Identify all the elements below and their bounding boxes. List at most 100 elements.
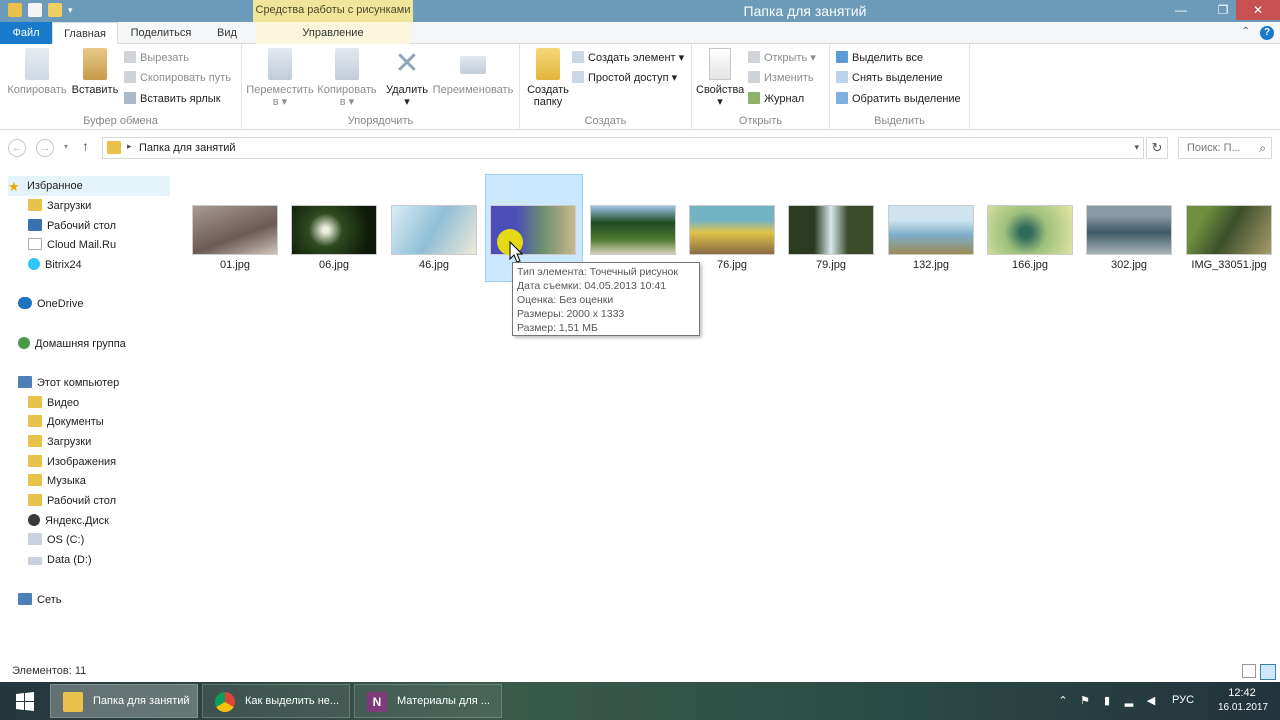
up-arrow-icon[interactable]: ↑ xyxy=(82,138,89,154)
forward-button[interactable]: → xyxy=(36,139,54,157)
nav-pc-downloads[interactable]: Загрузки xyxy=(28,432,91,452)
nav-network[interactable]: Сеть xyxy=(18,590,61,610)
chrome-icon xyxy=(215,692,235,712)
nav-pc-desktop[interactable]: Рабочий стол xyxy=(28,491,116,511)
file-item[interactable]: 46.jpg xyxy=(386,205,482,271)
nav-fav-cloud-mail[interactable]: Cloud Mail.Ru xyxy=(28,235,116,255)
nav-fav-bitrix24[interactable]: Bitrix24 xyxy=(28,255,82,275)
clock-date[interactable]: 16.01.2017 xyxy=(1216,702,1270,713)
flag-icon[interactable]: ⚑ xyxy=(1078,694,1092,708)
thumbnail-132 xyxy=(888,205,974,255)
move-to-button[interactable]: Переместить в ▾ xyxy=(244,48,316,108)
create-group-label: Создать xyxy=(584,115,627,127)
language-indicator[interactable]: РУС xyxy=(1172,694,1194,706)
customize-qat-icon[interactable]: ▾ xyxy=(68,5,73,16)
network-signal-icon[interactable]: ▂ xyxy=(1122,694,1136,708)
breadcrumb[interactable]: Папка для занятий xyxy=(139,142,236,154)
nav-favorites[interactable]: ★ Избранное xyxy=(8,176,170,196)
details-view-icon[interactable] xyxy=(1242,664,1256,678)
rename-icon xyxy=(460,56,486,74)
tab-home[interactable]: Главная xyxy=(52,22,118,45)
file-item[interactable]: 132.jpg xyxy=(883,205,979,271)
file-item[interactable]: 01.jpg xyxy=(187,205,283,271)
windows-start-icon[interactable] xyxy=(6,688,44,716)
large-icons-view-icon[interactable] xyxy=(1260,664,1276,680)
tab-share[interactable]: Поделиться xyxy=(120,22,202,44)
rename-button[interactable]: Переименовать xyxy=(430,48,516,96)
tab-view[interactable]: Вид xyxy=(204,22,250,44)
history-button[interactable]: Журнал xyxy=(748,90,804,108)
copy-path-button[interactable]: Скопировать путь xyxy=(124,69,231,87)
taskbar-explorer[interactable]: Папка для занятий xyxy=(50,684,198,718)
select-all-button[interactable]: Выделить все xyxy=(836,49,923,67)
tab-manage[interactable]: Управление xyxy=(256,22,410,44)
file-item[interactable]: 06.jpg xyxy=(286,205,382,271)
nav-onedrive[interactable]: OneDrive xyxy=(18,294,83,314)
properties-button[interactable]: Свойства ▾ xyxy=(696,48,744,108)
restore-button[interactable]: ❐ xyxy=(1208,0,1238,20)
breadcrumb-chevron-icon[interactable]: ▸ xyxy=(127,141,132,152)
close-button[interactable]: ✕ xyxy=(1236,0,1280,20)
file-item[interactable]: 79.jpg xyxy=(783,205,879,271)
paste-button[interactable]: Вставить xyxy=(70,48,120,96)
nav-this-pc[interactable]: Этот компьютер xyxy=(18,373,119,393)
cut-button[interactable]: Вырезать xyxy=(124,49,189,67)
nav-homegroup[interactable]: Домашняя группа xyxy=(18,334,126,354)
minimize-button[interactable]: — xyxy=(1166,0,1196,20)
new-folder-icon[interactable] xyxy=(48,3,62,17)
back-button[interactable]: ← xyxy=(8,139,26,157)
nav-fav-desktop[interactable]: Рабочий стол xyxy=(28,216,116,236)
edit-button[interactable]: Изменить xyxy=(748,69,814,87)
help-icon[interactable]: ? xyxy=(1260,26,1274,40)
properties-icon[interactable] xyxy=(28,3,42,17)
address-dropdown-icon[interactable]: ▾ xyxy=(1134,142,1139,153)
taskbar-chrome[interactable]: Как выделить не... xyxy=(202,684,350,718)
open-button[interactable]: Открыть ▾ xyxy=(748,49,816,67)
search-icon[interactable]: ⌕ xyxy=(1259,141,1266,156)
mouse-pointer-icon xyxy=(497,229,524,263)
address-bar[interactable]: ▸ Папка для занятий ▾ xyxy=(102,137,1144,159)
new-item-button[interactable]: Создать элемент ▾ xyxy=(572,49,684,67)
delete-x-icon: ✕ xyxy=(394,47,420,80)
clock-time[interactable]: 12:42 xyxy=(1220,687,1264,699)
select-all-icon xyxy=(836,51,848,63)
file-item[interactable]: IMG_33051.jpg xyxy=(1181,205,1277,271)
nav-pc-drive-c[interactable]: OS (C:) xyxy=(28,530,84,550)
nav-fav-downloads[interactable]: Загрузки xyxy=(28,196,91,216)
show-hidden-icons-icon[interactable]: ⌃ xyxy=(1056,694,1070,708)
new-folder-button[interactable]: Создать папку xyxy=(524,48,572,108)
status-bar: Элементов: 11 xyxy=(0,662,1280,682)
downloads-folder-icon xyxy=(28,435,42,447)
file-item[interactable] xyxy=(585,205,681,259)
recent-locations-icon[interactable]: ▾ xyxy=(64,142,68,151)
search-input[interactable]: Поиск: П... ⌕ xyxy=(1178,137,1272,159)
nav-pc-videos[interactable]: Видео xyxy=(28,393,79,413)
window-title: Папка для занятий xyxy=(743,3,867,19)
bitrix24-icon xyxy=(28,258,40,270)
nav-pc-documents[interactable]: Документы xyxy=(28,412,104,432)
paste-shortcut-button[interactable]: Вставить ярлык xyxy=(124,90,221,108)
easy-access-button[interactable]: Простой доступ ▾ xyxy=(572,69,677,87)
select-none-button[interactable]: Снять выделение xyxy=(836,69,943,87)
thumbnail-79 xyxy=(788,205,874,255)
thumbnail-path xyxy=(590,205,676,255)
tab-file[interactable]: Файл xyxy=(0,22,52,44)
network-icon xyxy=(18,593,32,605)
navigation-pane: ★ Избранное Загрузки Рабочий стол Cloud M… xyxy=(0,170,180,650)
battery-icon[interactable]: ▮ xyxy=(1100,694,1114,708)
nav-pc-drive-d[interactable]: Data (D:) xyxy=(28,550,92,570)
copy-to-button[interactable]: Копировать в ▾ xyxy=(312,48,382,108)
nav-pc-yandex-disk[interactable]: Яндекс.Диск xyxy=(28,511,109,531)
collapse-ribbon-icon[interactable]: ⌃ xyxy=(1242,26,1250,37)
copy-button[interactable]: Копировать xyxy=(6,48,68,96)
nav-pc-music[interactable]: Музыка xyxy=(28,471,86,491)
nav-pc-pictures[interactable]: Изображения xyxy=(28,452,116,472)
refresh-button[interactable]: ↻ xyxy=(1146,137,1168,159)
invert-selection-button[interactable]: Обратить выделение xyxy=(836,90,961,108)
delete-button[interactable]: ✕ Удалить ▾ xyxy=(382,47,432,109)
file-item[interactable]: 166.jpg xyxy=(982,205,1078,271)
tooltip-type: Тип элемента: Точечный рисунок xyxy=(517,266,678,278)
file-item[interactable]: 302.jpg xyxy=(1081,205,1177,271)
taskbar-onenote[interactable]: N Материалы для ... xyxy=(354,684,502,718)
volume-icon[interactable]: ◀ xyxy=(1144,694,1158,708)
